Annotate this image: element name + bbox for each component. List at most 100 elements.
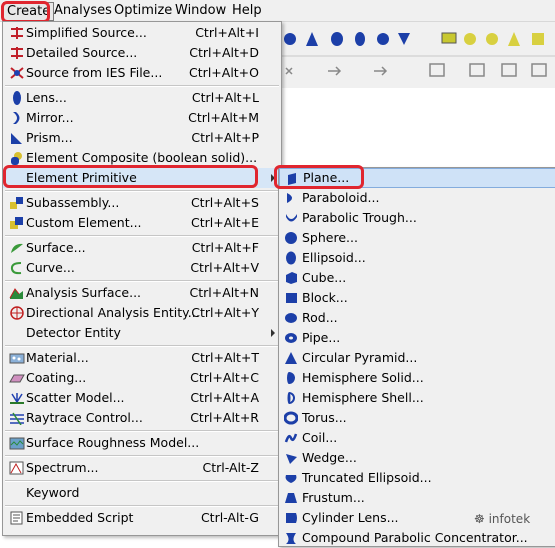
menu-item-label: Curve... — [26, 260, 75, 275]
submenu-item-torus[interactable]: Torus... — [279, 408, 555, 428]
menu-optimize[interactable]: Optimize — [111, 2, 175, 19]
menu-item-material[interactable]: Material... Ctrl+Alt+T — [3, 348, 281, 368]
submenu-item-paraboloid[interactable]: Paraboloid... — [279, 188, 555, 208]
analysis-surface-icon — [9, 288, 23, 299]
menu-analyses-label: Analyses — [54, 3, 112, 18]
menu-item-label: Lens... — [26, 90, 67, 105]
submenu-item-sphere[interactable]: Sphere... — [279, 228, 555, 248]
menu-item-directional-analysis[interactable]: Directional Analysis Entity... Ctrl+Alt+… — [3, 303, 281, 323]
menu-item-label: Mirror... — [26, 110, 74, 125]
submenu-item-label: Sphere... — [302, 230, 358, 245]
submenu-item-wedge[interactable]: Wedge... — [279, 448, 555, 468]
menu-item-label: Source from IES File... — [26, 65, 163, 80]
menu-separator — [5, 235, 279, 237]
ies-source-icon — [10, 67, 24, 79]
submenu-item-frustum[interactable]: Frustum... — [279, 488, 555, 508]
submenu-item-hemisphere-solid[interactable]: Hemisphere Solid... — [279, 368, 555, 388]
menu-item-mirror[interactable]: Mirror... Ctrl+Alt+M — [3, 108, 281, 128]
menu-item-label: Detailed Source... — [26, 45, 138, 60]
menu-item-spectrum[interactable]: Spectrum... Ctrl-Alt-Z — [3, 458, 281, 478]
submenu-item-truncated-ellipsoid[interactable]: Truncated Ellipsoid... — [279, 468, 555, 488]
submenu-item-circular-pyramid[interactable]: Circular Pyramid... — [279, 348, 555, 368]
cpc-icon — [286, 533, 296, 544]
menu-analyses[interactable]: Analyses — [51, 2, 115, 19]
menu-window-label: Window — [175, 3, 227, 18]
watermark-logo-icon: ☸ — [474, 512, 485, 526]
embedded-script-icon — [10, 511, 23, 525]
menu-item-subassembly[interactable]: Subassembly... Ctrl+Alt+S — [3, 193, 281, 213]
composite-icon — [11, 152, 22, 165]
submenu-item-hemisphere-shell[interactable]: Hemisphere Shell... — [279, 388, 555, 408]
mirror-icon — [13, 112, 20, 124]
submenu-arrow-icon — [271, 329, 275, 337]
menu-item-shortcut: Ctrl+Alt+F — [191, 240, 259, 255]
edit-toolbar-row[interactable] — [285, 63, 547, 77]
submenu-item-label: Coil... — [302, 430, 338, 445]
menu-separator — [5, 345, 279, 347]
cylinder-lens-icon — [286, 513, 297, 523]
submenu-item-label: Hemisphere Solid... — [302, 370, 424, 385]
menu-item-label: Analysis Surface... — [26, 285, 142, 300]
menu-item-shortcut: Ctrl+Alt+O — [189, 65, 259, 80]
menu-item-shortcut: Ctrl+Alt+Y — [191, 305, 259, 320]
detailed-source-icon — [11, 47, 23, 59]
menu-item-curve[interactable]: Curve... Ctrl+Alt+V — [3, 258, 281, 278]
submenu-item-parabolic-trough[interactable]: Parabolic Trough... — [279, 208, 555, 228]
submenu-item-block[interactable]: Block... — [279, 288, 555, 308]
menu-help[interactable]: Help — [229, 2, 265, 19]
menu-item-lens[interactable]: Lens... Ctrl+Alt+L — [3, 88, 281, 108]
paraboloid-icon — [287, 193, 292, 203]
create-highlight-oval — [1, 1, 50, 23]
menu-item-simplified-source[interactable]: Simplified Source... Ctrl+Alt+I — [3, 23, 281, 43]
menu-item-label: Custom Element... — [26, 215, 142, 230]
menu-item-detailed-source[interactable]: Detailed Source... Ctrl+Alt+D — [3, 43, 281, 63]
menu-item-label: Detector Entity — [26, 325, 121, 340]
menu-item-label: Raytrace Control... — [26, 410, 143, 425]
toolbar — [270, 22, 555, 89]
menu-item-label: Prism... — [26, 130, 73, 145]
menu-item-coating[interactable]: Coating... Ctrl+Alt+C — [3, 368, 281, 388]
coating-icon — [9, 374, 25, 383]
watermark: ☸ infotek — [474, 512, 530, 526]
menu-item-surface[interactable]: Surface... Ctrl+Alt+F — [3, 238, 281, 258]
submenu-item-compound-parabolic-concentrator[interactable]: Compound Parabolic Concentrator... — [279, 528, 555, 548]
menu-separator — [5, 480, 279, 482]
submenu-item-label: Frustum... — [302, 490, 365, 505]
menu-item-shortcut: Ctrl+Alt+S — [190, 195, 259, 210]
menu-item-label: Embedded Script — [26, 510, 134, 525]
submenu-item-cube[interactable]: Cube... — [279, 268, 555, 288]
menu-item-ies-source[interactable]: Source from IES File... Ctrl+Alt+O — [3, 63, 281, 83]
submenu-item-label: Wedge... — [302, 450, 357, 465]
circular-pyramid-icon — [285, 352, 297, 364]
menu-item-prism[interactable]: Prism... Ctrl+Alt+P — [3, 128, 281, 148]
menu-optimize-label: Optimize — [114, 3, 173, 18]
submenu-item-label: Hemisphere Shell... — [302, 390, 424, 405]
menu-separator — [5, 505, 279, 507]
menu-item-keyword[interactable]: Keyword — [3, 483, 281, 503]
menu-item-label: Keyword — [26, 485, 80, 500]
menu-item-embedded-script[interactable]: Embedded Script Ctrl-Alt-G — [3, 508, 281, 528]
menu-item-raytrace-control[interactable]: Raytrace Control... Ctrl+Alt+R — [3, 408, 281, 428]
menu-window[interactable]: Window — [172, 2, 229, 19]
primitive-toolbar-row[interactable] — [284, 32, 544, 46]
submenu-item-label: Ellipsoid... — [302, 250, 366, 265]
submenu-item-coil[interactable]: Coil... — [279, 428, 555, 448]
submenu-item-pipe[interactable]: Pipe... — [279, 328, 555, 348]
submenu-item-label: Cube... — [302, 270, 347, 285]
menu-item-label: Directional Analysis Entity... — [26, 305, 200, 320]
submenu-item-rod[interactable]: Rod... — [279, 308, 555, 328]
menu-item-detector-entity[interactable]: Detector Entity — [3, 323, 281, 343]
menu-item-shortcut: Ctrl+Alt+D — [189, 45, 259, 60]
sphere-icon — [285, 232, 297, 244]
menu-item-analysis-surface[interactable]: Analysis Surface... Ctrl+Alt+N — [3, 283, 281, 303]
material-icon — [9, 353, 25, 364]
pipe-icon — [285, 333, 297, 343]
menu-item-custom-element[interactable]: Custom Element... Ctrl+Alt+E — [3, 213, 281, 233]
directional-analysis-icon — [10, 306, 24, 320]
menu-item-label: Subassembly... — [26, 195, 120, 210]
submenu-item-ellipsoid[interactable]: Ellipsoid... — [279, 248, 555, 268]
menu-item-surface-roughness[interactable]: Surface Roughness Model... — [3, 433, 281, 453]
menu-item-scatter-model[interactable]: Scatter Model... Ctrl+Alt+A — [3, 388, 281, 408]
menu-item-label: Scatter Model... — [26, 390, 125, 405]
toolbar-icons — [270, 32, 555, 77]
